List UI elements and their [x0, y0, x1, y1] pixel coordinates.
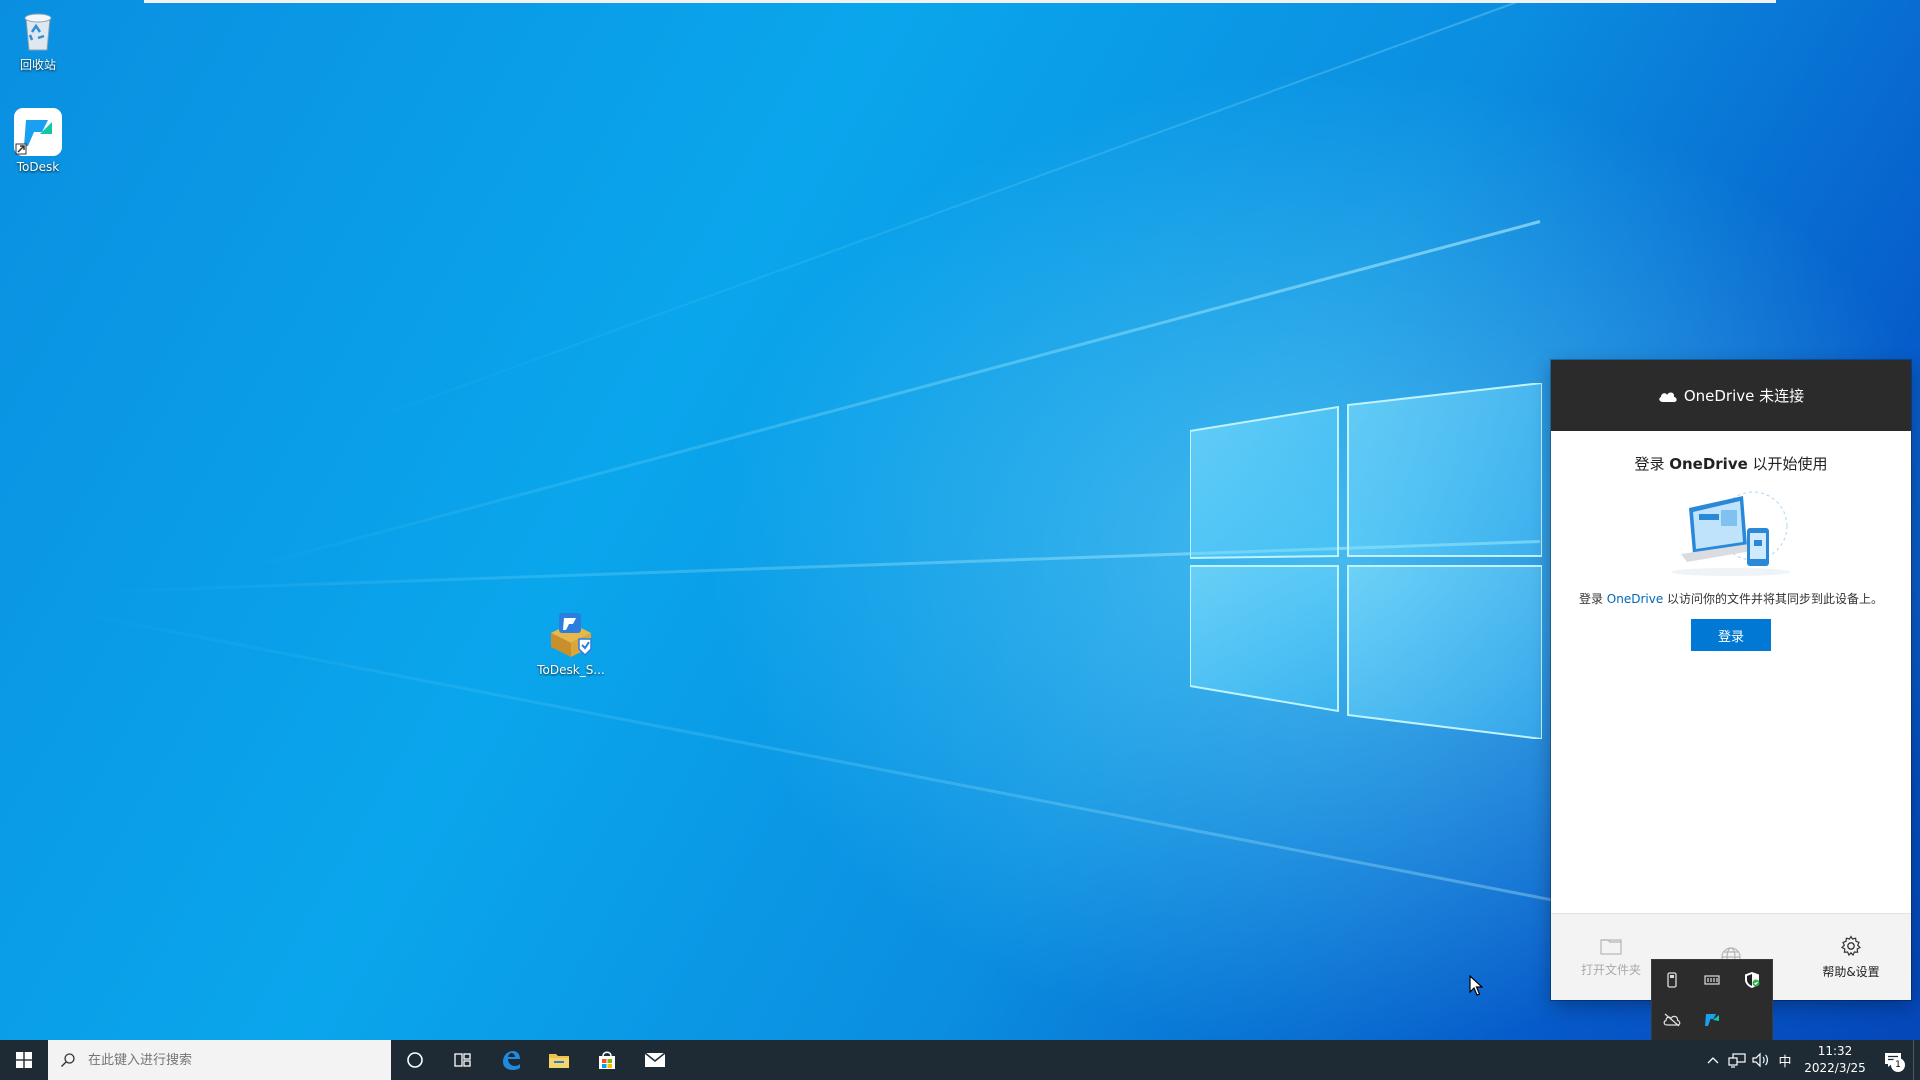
security-shield-icon: [1745, 972, 1760, 988]
volume-icon: [1752, 1052, 1768, 1068]
signin-heading-pre: 登录: [1634, 455, 1670, 473]
taskbar-search-box[interactable]: [48, 1040, 391, 1080]
onedrive-offline-icon: [1663, 1013, 1681, 1027]
store-icon: [599, 1051, 615, 1069]
file-explorer-icon: [549, 1054, 569, 1068]
clock-date: 2022/3/25: [1804, 1061, 1866, 1075]
signin-description: 登录 OneDrive 以访问你的文件并将其同步到此设备上。: [1551, 590, 1911, 607]
open-folder-label: 打开文件夹: [1580, 962, 1641, 977]
signin-description-post: 以访问你的文件并将其同步到此设备上。: [1663, 592, 1884, 606]
tray-item-memory[interactable]: [1692, 960, 1732, 1000]
signin-heading-post: 以开始使用: [1747, 455, 1828, 473]
cortana-button[interactable]: [391, 1040, 439, 1080]
start-button[interactable]: [0, 1040, 48, 1080]
store-button[interactable]: [583, 1040, 631, 1080]
file-explorer-button[interactable]: [535, 1040, 583, 1080]
system-tray: 中 11:32 2022/3/25 1: [1701, 1040, 1920, 1080]
todesk-setup-icon: [551, 613, 592, 657]
tray-item-security[interactable]: [1732, 960, 1772, 1000]
signin-heading-brand: OneDrive: [1669, 455, 1748, 473]
mouse-cursor-icon: [1469, 975, 1483, 996]
help-settings-button[interactable]: 帮助&设置: [1791, 914, 1911, 1000]
show-desktop-button[interactable]: [1913, 1040, 1920, 1080]
network-button[interactable]: [1725, 1040, 1749, 1080]
recycle-bin-icon: [24, 13, 52, 51]
windows-start-icon: [16, 1052, 32, 1068]
onedrive-flyout: OneDrive 未连接 登录 OneDrive 以开始使用 登录 OneDri…: [1551, 360, 1911, 1000]
search-icon: [61, 1053, 75, 1067]
todesk-tray-icon: [1705, 1014, 1719, 1026]
desktop-icon-recycle-bin[interactable]: 回收站: [0, 8, 83, 73]
light-beam: [298, 0, 1521, 447]
desktop-icon-label: 回收站: [19, 58, 56, 72]
tray-overflow-button[interactable]: [1701, 1040, 1725, 1080]
signin-description-pre: 登录: [1578, 592, 1607, 606]
search-input[interactable]: [86, 1051, 370, 1069]
taskbar: 中 11:32 2022/3/25 1: [0, 1040, 1920, 1080]
cloud-icon: [1659, 392, 1677, 402]
edge-button[interactable]: [487, 1040, 535, 1080]
desktop-icon-todesk-setup[interactable]: ToDesk_S...: [526, 611, 616, 677]
mail-icon: [644, 1052, 666, 1067]
clock-time: 11:32: [1817, 1044, 1853, 1058]
signin-button[interactable]: 登录: [1691, 619, 1771, 651]
onedrive-header: OneDrive 未连接: [1551, 360, 1911, 431]
help-settings-label: 帮助&设置: [1822, 964, 1880, 979]
tray-item-usb[interactable]: [1652, 960, 1692, 1000]
volume-button[interactable]: [1749, 1040, 1773, 1080]
memory-icon: [1704, 975, 1720, 985]
action-center-button[interactable]: 1: [1873, 1040, 1913, 1080]
todesk-icon: [14, 108, 62, 156]
desktop-icon-label: ToDesk_S...: [537, 663, 605, 677]
signin-description-brand: OneDrive: [1606, 592, 1664, 606]
network-icon: [1728, 1053, 1746, 1068]
chevron-up-icon: [1707, 1057, 1719, 1064]
tray-overflow-popup: [1651, 959, 1773, 1041]
cortana-icon: [407, 1052, 423, 1068]
clock[interactable]: 11:32 2022/3/25: [1797, 1043, 1873, 1077]
desktop-icon-todesk[interactable]: ToDesk: [0, 108, 83, 174]
task-view-icon: [454, 1053, 471, 1067]
task-view-button[interactable]: [439, 1040, 487, 1080]
ime-indicator[interactable]: 中: [1773, 1040, 1797, 1080]
windows-wallpaper-logo: [1190, 383, 1542, 739]
tray-item-onedrive[interactable]: [1652, 1000, 1692, 1040]
gear-icon: [1840, 934, 1862, 956]
onedrive-status-title: OneDrive 未连接: [1683, 387, 1805, 405]
signin-heading: 登录 OneDrive 以开始使用: [1551, 453, 1911, 474]
desktop-icon-label: ToDesk: [16, 160, 60, 174]
mail-button[interactable]: [631, 1040, 679, 1080]
top-edge-line: [144, 0, 1776, 3]
folder-icon: [1600, 938, 1622, 955]
devices-illustration: [1671, 491, 1791, 576]
notification-count-badge: 1: [1891, 1058, 1905, 1072]
usb-icon: [1667, 972, 1677, 988]
tray-item-todesk[interactable]: [1692, 1000, 1732, 1040]
edge-icon: [503, 1051, 520, 1070]
